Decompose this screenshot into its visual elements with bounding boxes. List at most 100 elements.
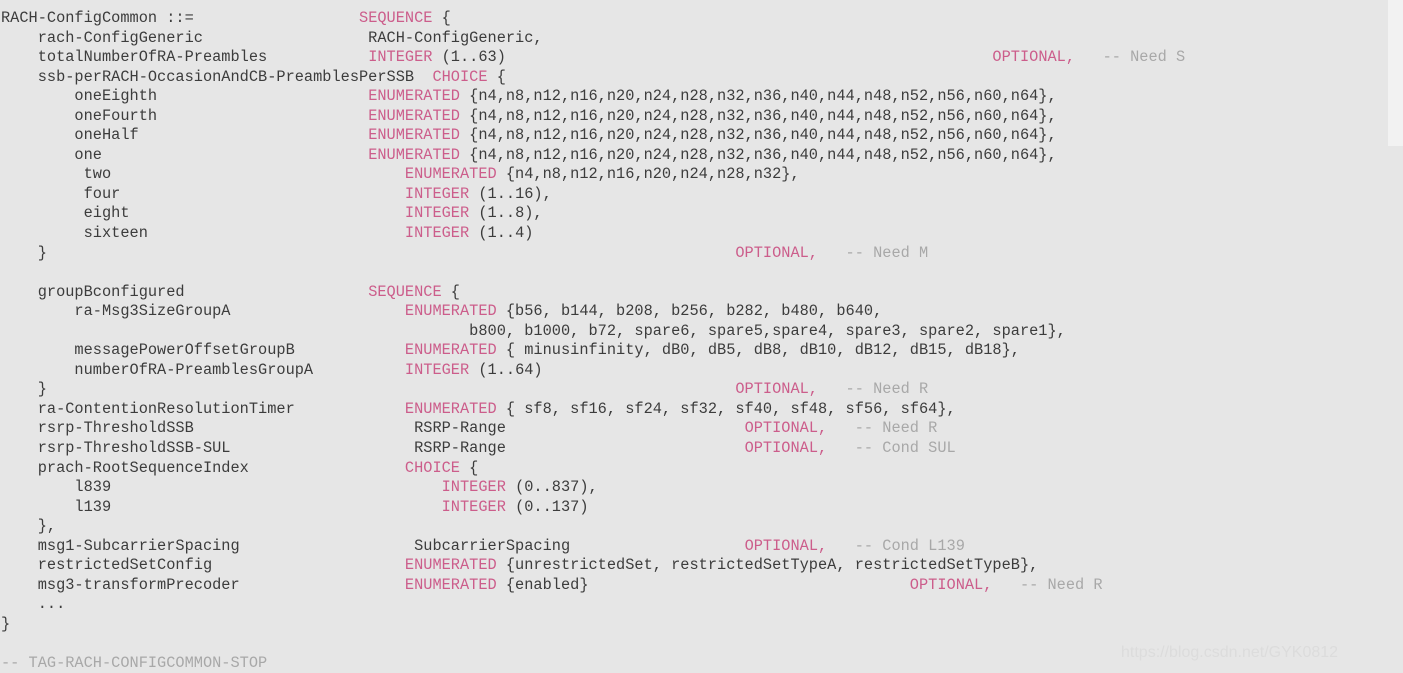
asn1-keyword: ENUMERATED [404,575,497,594]
code-line: } OPTIONAL, -- Need R [1,380,1185,400]
asn1-comment: -- Need R [1019,575,1103,594]
asn1-text: { sf8, sf16, sf24, sf32, sf40, sf48, sf5… [496,399,956,418]
asn1-keyword: ENUMERATED [368,126,460,145]
asn1-text: } [1,243,736,262]
watermark-text: https://blog.csdn.net/GYK0812 [1121,644,1339,661]
asn1-comment: -- Need R [845,380,929,399]
asn1-text: msg1-SubcarrierSpacing SubcarrierSpacing [1,536,745,555]
asn1-keyword: ENUMERATED [404,341,497,360]
asn1-text: groupBconfigured [1,282,369,301]
asn1-text: rach-ConfigGeneric RACH-ConfigGeneric, [1,28,543,47]
asn1-keyword: ENUMERATED [368,87,460,106]
asn1-text: (1..4) [469,224,534,243]
asn1-text: (0..837), [505,478,598,497]
code-line: totalNumberOfRA-Preambles INTEGER (1..63… [1,48,1186,68]
asn1-keyword: INTEGER [441,478,506,497]
code-line: msg3-transformPrecoder ENUMERATED {enabl… [1,576,1185,596]
asn1-text: l139 [1,497,442,516]
code-line: l839 INTEGER (0..837), [1,478,1185,498]
code-line: oneFourth ENUMERATED {n4,n8,n12,n16,n20,… [1,107,1185,127]
asn1-text: two [1,165,405,184]
asn1-text: { [487,67,506,86]
asn1-text: {n4,n8,n12,n16,n20,n24,n28,n32,n36,n40,n… [459,145,1057,164]
asn1-text [818,244,846,262]
code-block: RACH-ConfigCommon ::= SEQUENCE { rach-Co… [0,0,1185,673]
asn1-keyword: OPTIONAL, [744,536,828,555]
asn1-text: rsrp-ThresholdSSB RSRP-Range [1,419,745,438]
asn1-text: }, [1,517,57,536]
asn1-text: totalNumberOfRA-Preambles [1,48,369,67]
code-line: RACH-ConfigCommon ::= SEQUENCE { [1,9,1185,29]
asn1-text: (0..137) [505,497,589,516]
asn1-text: { minusinfinity, dB0, dB5, dB8, dB10, dB… [496,341,1020,360]
asn1-text [1075,48,1103,66]
asn1-text: l839 [1,478,442,497]
asn1-keyword: INTEGER [441,497,506,516]
asn1-text: oneHalf [1,126,369,145]
asn1-text: rsrp-ThresholdSSB-SUL RSRP-Range [1,439,745,458]
code-line: oneEighth ENUMERATED {n4,n8,n12,n16,n20,… [1,87,1185,107]
asn1-text: sixteen [1,224,405,243]
asn1-comment: -- TAG-RACH-CONFIGCOMMON-STOP [1,654,268,673]
code-line: two ENUMERATED {n4,n8,n12,n16,n20,n24,n2… [1,165,1185,185]
code-line: ra-ContentionResolutionTimer ENUMERATED … [1,400,1185,420]
code-line: } OPTIONAL, -- Need M [1,244,1185,264]
asn1-keyword: OPTIONAL, [735,243,818,262]
code-line: ra-Msg3SizeGroupA ENUMERATED {b56, b144,… [1,302,1185,322]
asn1-keyword: OPTIONAL, [744,419,828,438]
asn1-keyword: ENUMERATED [404,556,497,575]
asn1-text: restrictedSetConfig [1,556,405,575]
code-line: messagePowerOffsetGroupB ENUMERATED { mi… [1,341,1185,361]
code-line: b800, b1000, b72, spare6, spare5,spare4,… [1,322,1185,342]
asn1-code-view: RACH-ConfigCommon ::= SEQUENCE { rach-Co… [0,0,1403,673]
asn1-keyword: SEQUENCE [368,282,442,301]
asn1-text: oneFourth [1,106,369,125]
asn1-keyword: SEQUENCE [359,9,433,27]
asn1-text: {n4,n8,n12,n16,n20,n24,n28,n32,n36,n40,n… [459,126,1057,145]
asn1-text [818,380,846,398]
asn1-text: numberOfRA-PreamblesGroupA [1,360,405,379]
code-line: msg1-SubcarrierSpacing SubcarrierSpacing… [1,537,1185,557]
asn1-keyword: INTEGER [404,224,470,243]
asn1-text: ra-Msg3SizeGroupA [1,302,405,321]
asn1-text: four [1,184,405,203]
asn1-keyword: CHOICE [432,67,488,86]
asn1-text: one [1,145,369,164]
asn1-text: {n4,n8,n12,n16,n20,n24,n28,n32}, [496,165,800,184]
code-line: ssb-perRACH-OccasionAndCB-PreamblesPerSS… [1,68,1185,88]
asn1-text [827,537,855,555]
asn1-text: msg3-transformPrecoder [1,575,405,594]
asn1-text: oneEighth [1,87,369,106]
asn1-text: (1..64) [469,360,543,379]
asn1-text [992,576,1020,594]
asn1-text: (1..8), [469,204,543,223]
asn1-keyword: OPTIONAL, [909,575,993,594]
asn1-keyword: ENUMERATED [404,165,497,184]
code-line: sixteen INTEGER (1..4) [1,224,1185,244]
asn1-text: prach-RootSequenceIndex [1,458,405,477]
code-line: four INTEGER (1..16), [1,185,1185,205]
asn1-text: ssb-perRACH-OccasionAndCB-PreamblesPerSS… [1,67,433,86]
asn1-comment: -- Cond SUL [854,439,956,458]
asn1-comment: -- Need S [1102,48,1186,67]
code-line: eight INTEGER (1..8), [1,204,1185,224]
code-line: prach-RootSequenceIndex CHOICE { [1,459,1185,479]
code-line: l139 INTEGER (0..137) [1,498,1185,518]
asn1-text: { [432,9,451,27]
asn1-text: RACH-ConfigCommon ::= [1,9,360,27]
asn1-text: eight [1,204,405,223]
asn1-comment: -- Cond L139 [854,536,965,555]
asn1-keyword: INTEGER [368,48,433,67]
code-line: rach-ConfigGeneric RACH-ConfigGeneric, [1,29,1185,49]
code-line: ... [1,595,1185,615]
code-line: groupBconfigured SEQUENCE { [1,283,1185,303]
asn1-keyword: INTEGER [404,360,470,379]
asn1-text: {b56, b144, b208, b256, b282, b480, b640… [496,302,883,321]
asn1-keyword: OPTIONAL, [744,439,828,458]
asn1-keyword: OPTIONAL, [735,380,818,399]
asn1-keyword: ENUMERATED [404,399,497,418]
asn1-text: {n4,n8,n12,n16,n20,n24,n28,n32,n36,n40,n… [459,87,1057,106]
asn1-text: { [441,282,460,301]
code-line: rsrp-ThresholdSSB RSRP-Range OPTIONAL, -… [1,419,1185,439]
asn1-keyword: CHOICE [404,458,460,477]
